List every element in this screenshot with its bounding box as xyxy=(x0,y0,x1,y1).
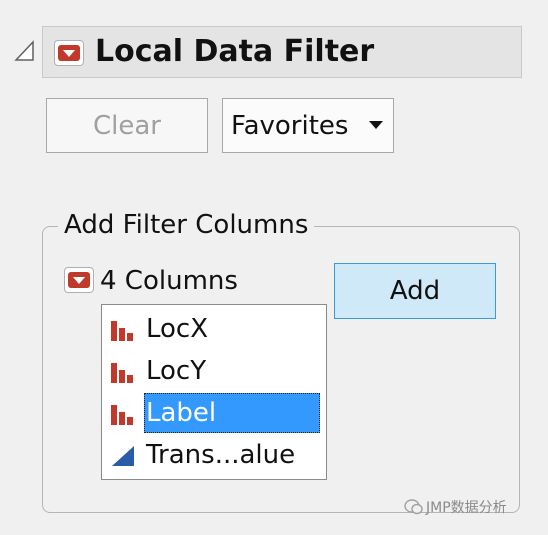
list-item-label: Trans...alue xyxy=(146,440,296,470)
columns-red-triangle-menu-icon[interactable] xyxy=(64,267,94,293)
columns-count-label: 4 Columns xyxy=(100,266,238,296)
page-title: Local Data Filter xyxy=(95,34,375,69)
favorites-label: Favorites xyxy=(231,110,349,141)
local-data-filter-panel: Local Data Filter Clear Favorites Add Fi… xyxy=(0,0,548,535)
wechat-logo-icon xyxy=(404,499,423,515)
nominal-bar-icon xyxy=(111,321,133,341)
add-button[interactable]: Add xyxy=(334,263,496,319)
list-item[interactable]: Trans...alue xyxy=(106,435,324,475)
list-item-label: Label xyxy=(144,393,320,433)
list-item-selected[interactable]: Label xyxy=(106,393,324,433)
nominal-bar-icon xyxy=(111,363,133,383)
nominal-bar-icon xyxy=(111,405,133,425)
list-item[interactable]: LocX xyxy=(106,309,324,349)
dropdown-arrow-icon xyxy=(369,121,383,129)
watermark-text: JMP数据分析 xyxy=(426,500,507,516)
red-triangle-menu-icon[interactable] xyxy=(54,40,84,66)
group-title: Add Filter Columns xyxy=(58,206,315,244)
continuous-triangle-icon xyxy=(112,446,134,466)
disclosure-triangle-icon[interactable] xyxy=(14,40,36,62)
list-item-label: LocY xyxy=(146,356,207,386)
favorites-button[interactable]: Favorites xyxy=(222,98,394,153)
columns-listbox[interactable]: LocX LocY Label Trans...alue xyxy=(101,304,327,480)
list-item-label: LocX xyxy=(146,314,209,344)
clear-button[interactable]: Clear xyxy=(46,98,208,153)
list-item[interactable]: LocY xyxy=(106,351,324,391)
